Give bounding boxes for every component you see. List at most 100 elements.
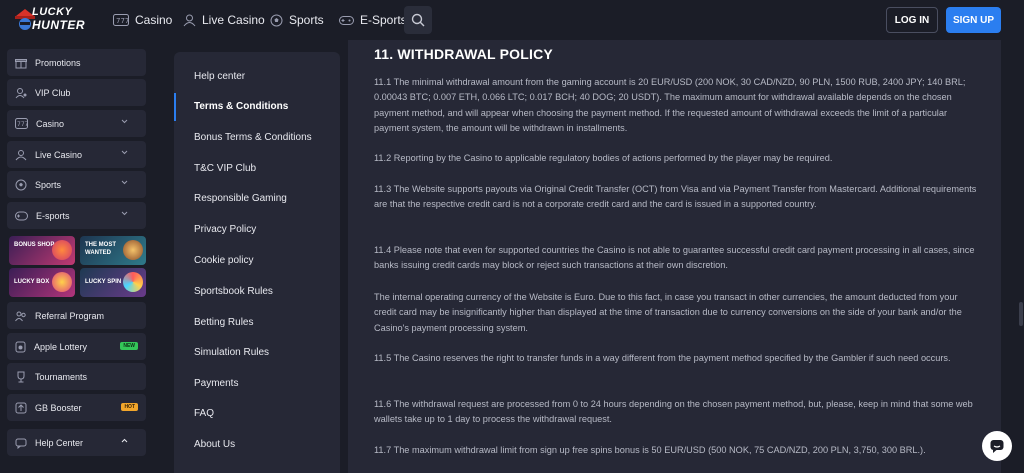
sidebar-item-esports[interactable]: E-sports (7, 202, 146, 229)
promo-label: THE MOST WANTED (85, 242, 116, 256)
chat-icon (990, 440, 1004, 453)
policy-content: 11. WITHDRAWAL POLICY 11.1 The minimal w… (348, 40, 1001, 473)
svg-text:777: 777 (116, 17, 129, 25)
chevron-up-icon[interactable] (121, 438, 128, 443)
hot-badge: HOT (121, 403, 138, 411)
menu-item-payments[interactable]: Payments (194, 378, 238, 389)
menu-item-tc-vip-club[interactable]: T&C VIP Club (194, 163, 256, 174)
sidebar-item-sports[interactable]: Sports (7, 171, 146, 198)
sidebar-item-label: E-sports (36, 210, 70, 221)
menu-item-faq[interactable]: FAQ (194, 408, 214, 419)
trophy-icon (17, 371, 25, 382)
page-scrollbar[interactable] (1019, 302, 1023, 326)
search-button[interactable] (404, 6, 432, 34)
nav-live-casino-label: Live Casino (202, 13, 265, 27)
sidebar-item-live-casino[interactable]: Live Casino (7, 141, 146, 168)
sidebar-item-label: Live Casino (35, 149, 83, 160)
menu-item-betting-rules[interactable]: Betting Rules (194, 317, 253, 328)
sidebar-item-label: Sports (35, 179, 62, 190)
referral-icon (15, 311, 26, 321)
search-icon (411, 13, 425, 27)
new-badge: NEW (120, 342, 138, 350)
nav-esports-label: E-Sports (360, 13, 407, 27)
promo-label: LUCKY SPIN (85, 279, 122, 285)
login-button[interactable]: LOG IN (886, 7, 938, 33)
sidebar-item-label: Referral Program (35, 310, 105, 321)
chevron-down-icon[interactable] (121, 150, 128, 155)
menu-item-help-center[interactable]: Help center (194, 71, 245, 82)
nav-live-casino[interactable]: Live Casino (183, 0, 265, 40)
nav-esports[interactable]: E-Sports (339, 0, 407, 40)
gamepad-icon (15, 211, 28, 220)
promo-most-wanted[interactable]: THE MOST WANTED (80, 236, 146, 265)
svg-text:777: 777 (17, 121, 28, 128)
nav-casino-label: Casino (135, 13, 173, 27)
policy-paragraph: The internal operating currency of the W… (374, 292, 962, 333)
menu-item-terms-conditions[interactable]: Terms & Conditions (194, 101, 288, 112)
nav-sports[interactable]: Sports (270, 0, 324, 40)
wheel-icon (123, 272, 143, 292)
sidebar-item-tournaments[interactable]: Tournaments (7, 363, 146, 390)
page-title: 11. WITHDRAWAL POLICY (374, 46, 553, 62)
soccer-ball-icon (270, 14, 283, 26)
left-sidebar: Promotions VIP Club 777 Casino Live Casi… (7, 46, 146, 473)
gift-icon (15, 58, 27, 68)
logo-text-lucky: LUCKY (32, 6, 73, 18)
chat-button[interactable] (982, 431, 1012, 461)
sidebar-item-gb-booster[interactable]: GB Booster HOT (7, 394, 146, 421)
promo-bonus-shop[interactable]: BONUS SHOP (9, 236, 75, 265)
sidebar-item-apple-lottery[interactable]: Apple Lottery NEW (7, 333, 146, 360)
sidebar-item-label: Tournaments (35, 371, 88, 382)
sidebar-item-promotions[interactable]: Promotions (7, 49, 146, 76)
menu-item-sportsbook-rules[interactable]: Sportsbook Rules (194, 286, 273, 297)
chevron-down-icon[interactable] (121, 119, 128, 124)
policy-paragraph: 11.5 The Casino reserves the right to tr… (374, 353, 951, 363)
menu-item-bonus-terms[interactable]: Bonus Terms & Conditions (194, 132, 312, 143)
chevron-down-icon[interactable] (121, 211, 128, 216)
menu-item-privacy-policy[interactable]: Privacy Policy (194, 224, 256, 235)
top-header: LUCKY HUNTER 777 Casino Live Casino Spor… (0, 0, 1024, 40)
chevron-down-icon[interactable] (121, 180, 128, 185)
promo-label: LUCKY BOX (14, 279, 50, 285)
nav-casino[interactable]: 777 Casino (113, 0, 172, 40)
menu-item-responsible-gaming[interactable]: Responsible Gaming (194, 193, 287, 204)
sidebar-item-label: VIP Club (35, 87, 71, 98)
gamepad-icon (339, 15, 354, 25)
nav-sports-label: Sports (289, 13, 324, 27)
active-indicator (174, 93, 176, 121)
policy-paragraph: 11.1 The minimal withdrawal amount from … (374, 77, 966, 133)
promo-label: BONUS SHOP (14, 242, 55, 248)
promo-lucky-spin[interactable]: LUCKY SPIN (80, 268, 146, 297)
menu-item-simulation-rules[interactable]: Simulation Rules (194, 347, 269, 358)
sidebar-item-referral-program[interactable]: Referral Program (7, 302, 146, 329)
menu-item-cookie-policy[interactable]: Cookie policy (194, 255, 253, 266)
slot-machine-icon: 777 (113, 14, 129, 26)
policy-paragraph: 11.6 The withdrawal request are processe… (374, 399, 973, 425)
signup-button[interactable]: SIGN UP (946, 7, 1001, 33)
sidebar-item-label: Promotions (35, 57, 81, 68)
menu-item-about-us[interactable]: About Us (194, 439, 235, 450)
terms-menu: Help center Terms & Conditions Bonus Ter… (174, 52, 340, 473)
logo-text-hunter: HUNTER (32, 18, 85, 32)
help-icon (15, 438, 27, 449)
policy-paragraph: 11.4 Please note that even for supported… (374, 245, 975, 271)
sidebar-item-label: Casino (36, 118, 65, 129)
dealer-icon (15, 149, 27, 160)
sidebar-item-label: Apple Lottery (34, 341, 88, 352)
sidebar-item-vip-club[interactable]: VIP Club (7, 79, 146, 106)
sidebar-item-casino[interactable]: 777 Casino (7, 110, 146, 137)
sidebar-item-help-center[interactable]: Help Center (7, 429, 146, 456)
soccer-ball-icon (15, 179, 27, 190)
sidebar-item-label: Help Center (35, 437, 84, 448)
policy-paragraph: 11.2 Reporting by the Casino to applicab… (374, 153, 833, 163)
policy-paragraph: 11.7 The maximum withdrawal limit from s… (374, 445, 926, 455)
wanted-poster-icon (123, 240, 143, 260)
lucky-hunter-logo[interactable]: LUCKY HUNTER (14, 4, 94, 36)
slot-machine-icon: 777 (15, 118, 28, 129)
dealer-icon (183, 14, 196, 26)
promo-lucky-box[interactable]: LUCKY BOX (9, 268, 75, 297)
booster-icon (15, 402, 27, 413)
apple-icon (15, 341, 26, 352)
sidebar-item-label: GB Booster (35, 402, 82, 413)
treasure-box-icon (52, 272, 72, 292)
